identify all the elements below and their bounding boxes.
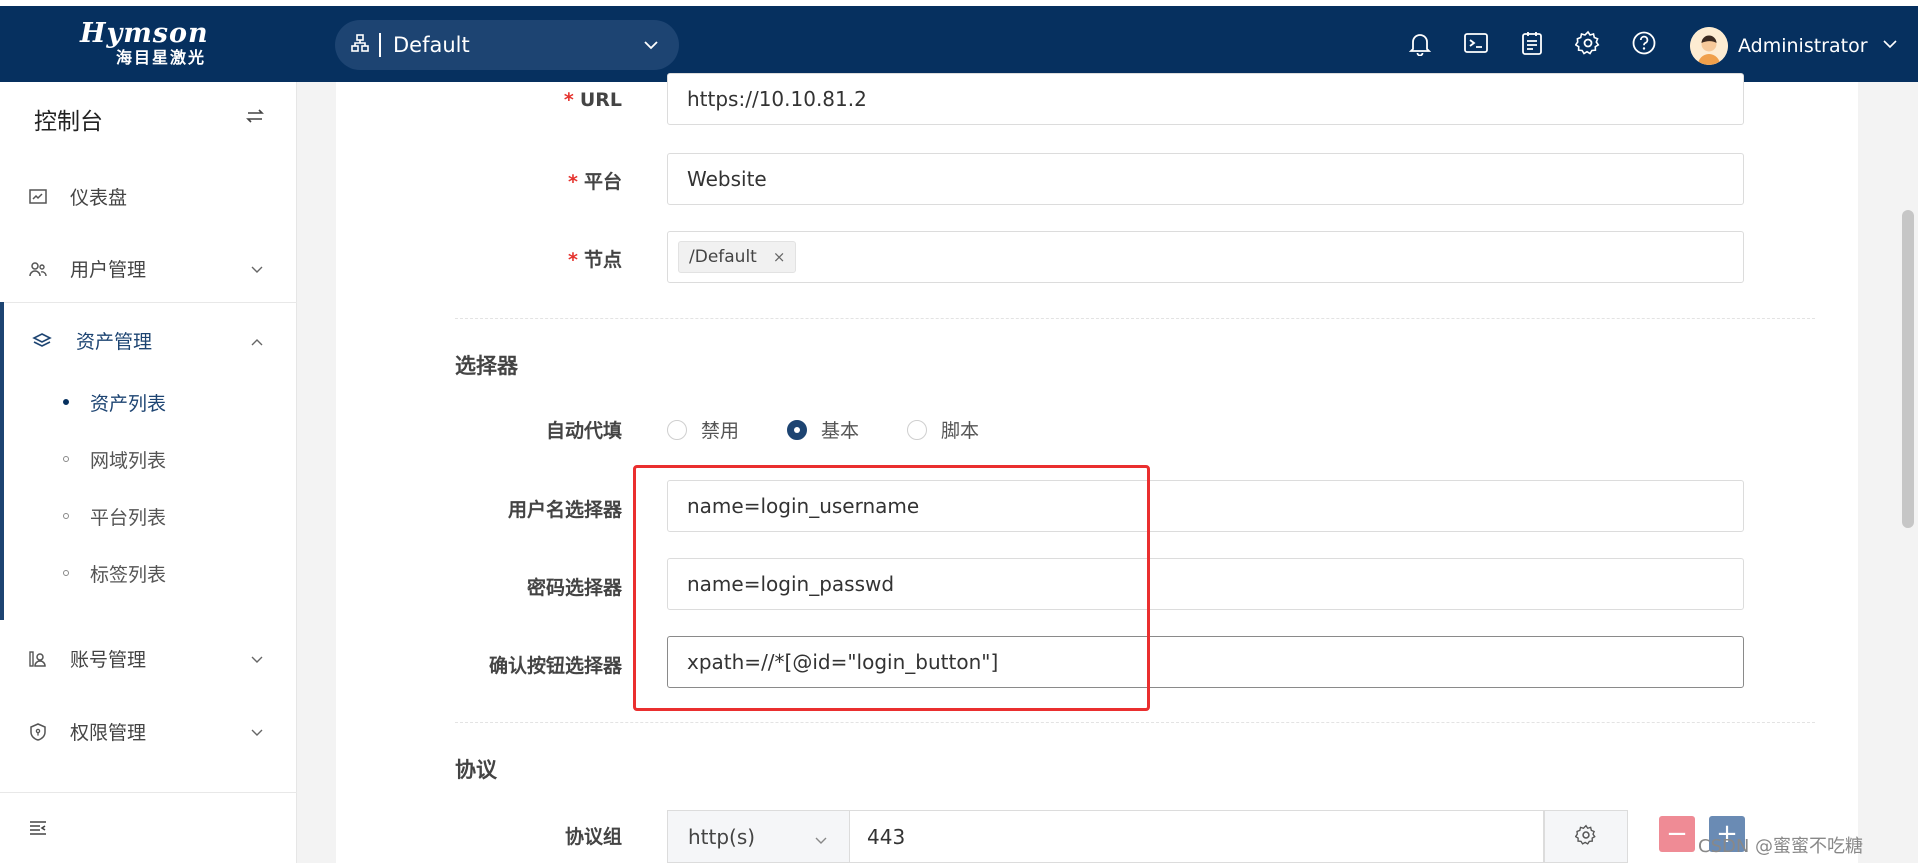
bell-icon[interactable] [1405, 28, 1435, 58]
chevron-down-icon [250, 650, 264, 672]
bullet-icon [63, 513, 69, 519]
node-label: * 节点 [568, 249, 622, 271]
required-mark: * [563, 89, 574, 111]
user-name: Administrator [1738, 35, 1868, 57]
sidebar-item-accounts[interactable]: 账号管理 [0, 630, 297, 686]
sidebar-item-label: 账号管理 [70, 648, 147, 671]
protocol-section-title: 协议 [455, 758, 497, 782]
org-label: Default [393, 33, 470, 57]
sidebar-subitem-label-list[interactable]: 标签列表 [0, 550, 297, 596]
sidebar-item-permissions[interactable]: 权限管理 [0, 703, 297, 759]
bullet-icon [63, 399, 69, 405]
username-selector-value: name=login_username [687, 494, 920, 518]
submit-selector-field[interactable]: xpath=//*[@id="login_button"] [667, 636, 1744, 688]
sidebar-subitem-platform-list[interactable]: 平台列表 [0, 493, 297, 539]
help-icon[interactable] [1629, 28, 1659, 58]
org-selector[interactable]: Default [335, 20, 679, 70]
protocol-select[interactable]: http(s) [667, 810, 849, 863]
menu-divider [0, 302, 297, 303]
node-field[interactable]: /Default × [667, 231, 1744, 283]
protocol-value: http(s) [688, 824, 756, 849]
section-divider [455, 318, 1815, 319]
scrollbar-thumb[interactable] [1902, 210, 1914, 528]
sidebar-title: 控制台 [34, 109, 103, 135]
avatar [1690, 27, 1728, 65]
terminal-icon[interactable] [1461, 28, 1491, 58]
dashboard-icon [28, 187, 48, 207]
radio-disabled[interactable]: 禁用 [667, 416, 739, 443]
chevron-down-icon [250, 723, 264, 745]
gear-icon [1574, 824, 1597, 850]
sidebar-item-assets[interactable]: 资产管理 [0, 312, 297, 368]
sidebar-item-dashboard[interactable]: 仪表盘 [0, 168, 297, 224]
clipboard-icon[interactable] [1517, 28, 1547, 58]
sidebar-item-label: 资产管理 [76, 330, 153, 353]
sidebar-subitem-asset-list[interactable]: 资产列表 [0, 379, 297, 425]
username-selector-field[interactable]: name=login_username [667, 480, 1744, 532]
sidebar-item-users[interactable]: 用户管理 [0, 240, 297, 296]
password-selector-value: name=login_passwd [687, 572, 895, 596]
selector-section-title: 选择器 [455, 354, 518, 378]
platform-value: Website [687, 167, 767, 191]
swap-icon[interactable] [245, 106, 265, 131]
brand-logo[interactable]: Hymson 海目星激光 [80, 20, 220, 70]
radio-script[interactable]: 脚本 [907, 416, 979, 443]
bullet-icon [63, 456, 69, 462]
watermark-text: CSDN @蜜蜜不吃糖 [1698, 836, 1864, 857]
sidebar-subitem-label: 平台列表 [90, 507, 167, 529]
top-navbar: Hymson 海目星激光 Default Administrator [0, 6, 1918, 82]
protocol-group-label: 协议组 [564, 826, 622, 848]
port-value: 443 [867, 824, 906, 849]
submit-selector-value: xpath=//*[@id="login_button"] [687, 650, 999, 674]
submit-selector-label: 确认按钮选择器 [488, 655, 622, 677]
close-icon[interactable]: × [773, 248, 786, 266]
sidebar-subitem-label: 资产列表 [90, 393, 167, 415]
org-tree-icon [351, 33, 369, 57]
logo-sub-text: 海目星激光 [116, 48, 207, 67]
radio-circle [667, 419, 687, 440]
bullet-icon [63, 570, 69, 576]
radio-circle [907, 419, 927, 440]
password-selector-field[interactable]: name=login_passwd [667, 558, 1744, 610]
chevron-down-icon [1882, 35, 1898, 57]
sidebar-divider [0, 792, 297, 793]
account-icon [28, 649, 48, 669]
required-mark: * [568, 249, 578, 271]
node-tag: /Default × [678, 241, 797, 273]
protocol-settings-button[interactable] [1544, 810, 1628, 863]
collapse-menu-icon[interactable] [28, 818, 50, 840]
logo-main-text: Hymson [80, 18, 209, 49]
url-value: https://10.10.81.2 [687, 87, 867, 111]
remove-protocol-button[interactable]: − [1659, 816, 1695, 852]
username-selector-label: 用户名选择器 [507, 499, 622, 521]
chevron-down-icon [250, 260, 264, 282]
port-input[interactable]: 443 [849, 810, 1544, 863]
platform-field[interactable]: Website [667, 153, 1744, 205]
required-mark: * [568, 171, 578, 193]
section-divider [455, 722, 1815, 723]
sidebar-item-label: 仪表盘 [70, 186, 128, 209]
gear-icon[interactable] [1573, 28, 1603, 58]
chevron-down-icon [814, 829, 828, 853]
sidebar-item-label: 用户管理 [70, 258, 147, 281]
shield-icon [28, 722, 48, 742]
sidebar-subitem-label: 网域列表 [90, 450, 167, 472]
autofill-label: 自动代填 [545, 420, 622, 442]
org-separator [379, 33, 381, 57]
sidebar-item-label: 权限管理 [70, 721, 147, 744]
sidebar-subitem-domain-list[interactable]: 网域列表 [0, 436, 297, 482]
radio-basic[interactable]: 基本 [787, 416, 859, 443]
url-field[interactable]: https://10.10.81.2 [667, 73, 1744, 125]
users-icon [28, 259, 48, 279]
user-menu[interactable]: Administrator [1690, 26, 1898, 66]
chevron-up-icon [250, 332, 264, 354]
platform-label: * 平台 [568, 171, 622, 193]
password-selector-label: 密码选择器 [526, 577, 622, 599]
url-label: * URL [563, 89, 622, 111]
layers-icon [32, 331, 52, 351]
chevron-down-icon [643, 34, 659, 58]
radio-circle-selected [787, 419, 807, 440]
sidebar-subitem-label: 标签列表 [90, 564, 167, 586]
sidebar: 控制台 仪表盘 用户管理 资产管理 资产列表 网域列表 平台列表 标签列表 账号… [0, 82, 297, 863]
